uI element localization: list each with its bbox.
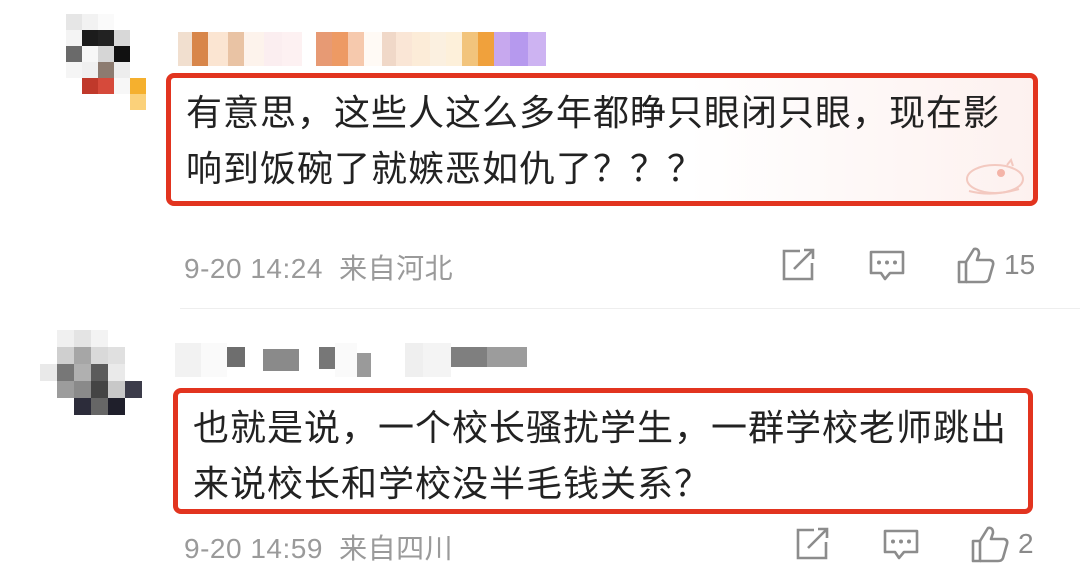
comment-time: 9-20 14:59 — [184, 533, 323, 564]
comment-icon — [883, 529, 919, 560]
forward-button[interactable] — [794, 527, 830, 561]
username[interactable] — [175, 343, 527, 377]
comment-location: 来自四川 — [339, 533, 454, 564]
thumbs-up-icon — [971, 526, 1009, 563]
comment-text-box[interactable]: 也就是说，一个校长骚扰学生，一群学校老师跳出来说校长和学校没半毛钱关系？ — [173, 388, 1033, 514]
comment-text-box[interactable]: 有意思，这些人这么多年都睁只眼闭只眼，现在影响到饭碗了就嫉恶如仇了？？？ — [166, 73, 1038, 206]
divider — [180, 308, 1080, 309]
reply-button[interactable] — [882, 528, 920, 562]
comment-meta: 9-20 14:59 来自四川 — [184, 527, 453, 567]
comment-text: 有意思，这些人这么多年都睁只眼闭只眼，现在影响到饭碗了就嫉恶如仇了？？？ — [186, 93, 1001, 190]
comment-text: 也就是说，一个校长骚扰学生，一群学校老师跳出来说校长和学校没半毛钱关系？ — [193, 408, 1008, 505]
share-icon — [796, 527, 829, 560]
like-count: 2 — [1018, 528, 1034, 559]
avatar[interactable] — [40, 330, 142, 432]
like-button[interactable]: 2 — [970, 525, 1034, 563]
